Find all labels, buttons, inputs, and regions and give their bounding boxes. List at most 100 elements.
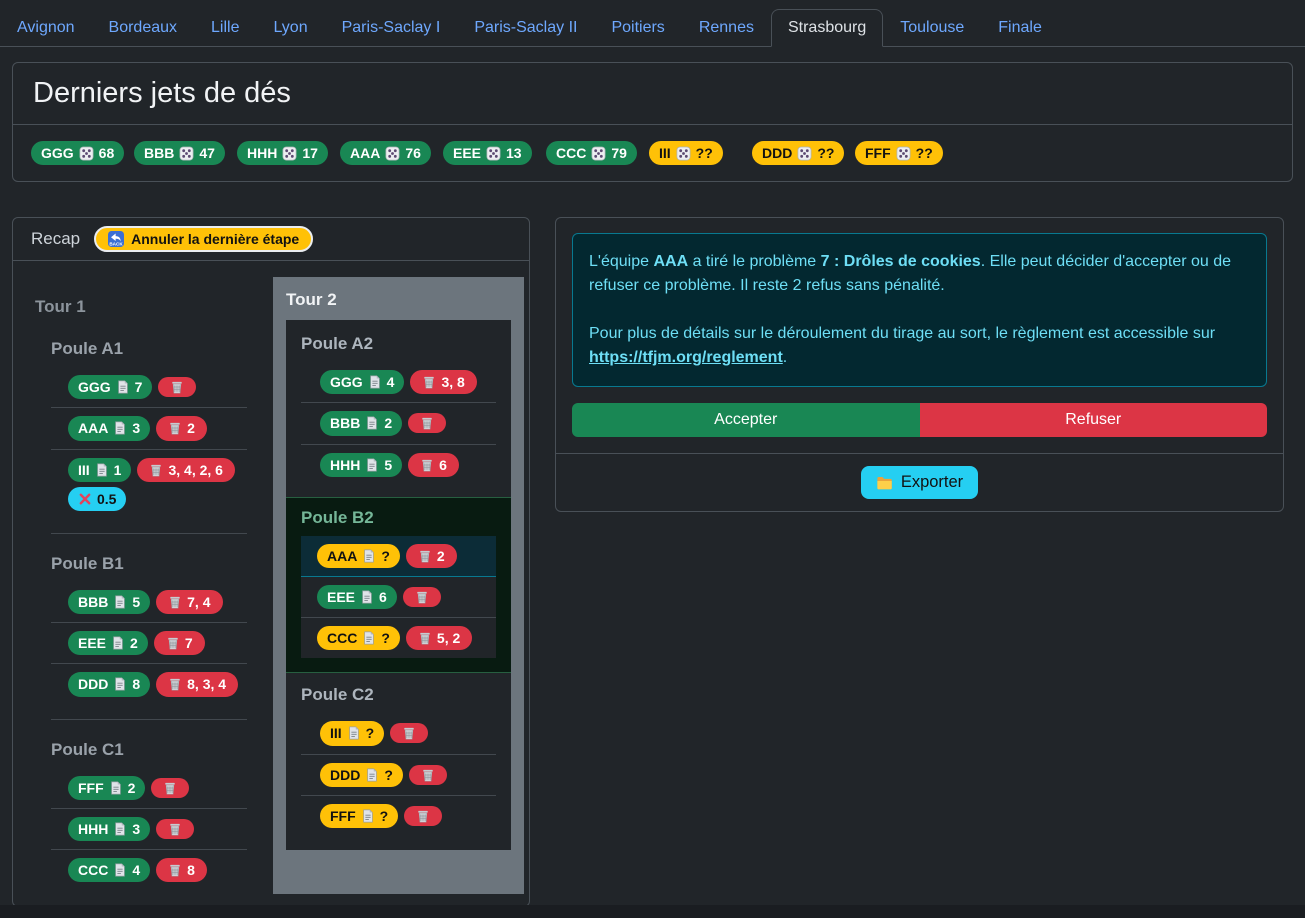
row-badges: III? <box>320 721 496 745</box>
dice-icon <box>797 146 812 161</box>
trash-icon <box>168 822 182 836</box>
tab-bordeaux[interactable]: Bordeaux <box>92 9 195 47</box>
draw-alert-line1: L'équipe AAA a tiré le problème 7 : Drôl… <box>589 250 1250 298</box>
document-icon <box>362 631 376 645</box>
row-badges: DDD88, 3, 4 <box>68 672 247 696</box>
draw-action-main: L'équipe AAA a tiré le problème 7 : Drôl… <box>556 218 1283 453</box>
undo-last-step-button[interactable]: BACK Annuler la dernière étape <box>94 226 313 252</box>
document-icon <box>113 421 127 435</box>
team-label: FFF <box>865 144 891 162</box>
tab-lille[interactable]: Lille <box>194 9 256 47</box>
row-badges: HHH56 <box>320 453 496 477</box>
trash-icon <box>149 463 163 477</box>
poule-title: Poule B1 <box>51 554 247 574</box>
problem-badge: III1 <box>68 458 131 482</box>
refusals-badge <box>158 377 196 397</box>
tab-lyon[interactable]: Lyon <box>257 9 325 47</box>
problem-badge: CCC4 <box>68 858 150 882</box>
export-button[interactable]: Exporter <box>861 466 978 499</box>
refusals-badge: 2 <box>156 416 207 440</box>
refuse-button[interactable]: Refuser <box>920 403 1268 437</box>
refusal-numbers: 6 <box>439 456 447 474</box>
dice-icon <box>486 146 501 161</box>
dice-badge: BBB47 <box>134 141 225 165</box>
team-label: EEE <box>453 144 481 162</box>
tab-avignon[interactable]: Avignon <box>0 9 92 47</box>
team-label: AAA <box>327 547 357 565</box>
problem-number: 7 <box>135 378 143 396</box>
x-icon <box>78 492 92 506</box>
trash-icon <box>163 781 177 795</box>
dice-cell: CCC79 <box>546 141 649 165</box>
refusals-badge: 8, 3, 4 <box>156 672 238 696</box>
reglement-link[interactable]: https://tfjm.org/reglement <box>589 349 783 366</box>
problem-number: 2 <box>130 634 138 652</box>
poule-rows: GGG43, 8 BBB2 HHH56 <box>301 362 496 485</box>
row-badges: FFF2 <box>68 776 247 800</box>
problem-badge: CCC? <box>317 626 400 650</box>
tab-rennes[interactable]: Rennes <box>682 9 771 47</box>
recap-body: Tour 1Poule A1GGG7AAA32III13, 4, 2, 60.5… <box>13 261 529 906</box>
refusal-numbers: 5, 2 <box>437 629 460 647</box>
dice-cell: EEE13 <box>443 141 546 165</box>
trash-icon <box>418 549 432 563</box>
team-label: EEE <box>327 588 355 606</box>
tab-strasbourg[interactable]: Strasbourg <box>771 9 883 47</box>
trash-icon <box>168 421 182 435</box>
last-rolls-card: Derniers jets de dés GGG68BBB47HHH17AAA7… <box>12 62 1293 182</box>
dice-value: ?? <box>916 144 933 162</box>
refusal-numbers: 3, 4, 2, 6 <box>168 461 222 479</box>
problem-badge: AAA3 <box>68 416 150 440</box>
alert-text: a tiré le problème <box>688 253 821 270</box>
tour-panel: Poule A2GGG43, 8BBB2HHH56Poule B2AAA?2EE… <box>286 320 511 850</box>
accept-button[interactable]: Accepter <box>572 403 920 437</box>
tab-toulouse[interactable]: Toulouse <box>883 9 981 47</box>
team-label: EEE <box>78 634 106 652</box>
alert-team-name: AAA <box>653 253 688 270</box>
team-label: III <box>659 144 671 162</box>
alert-text: L'équipe <box>589 253 653 270</box>
row-badges: GGG43, 8 <box>320 370 496 394</box>
dice-icon <box>676 146 691 161</box>
tab-finale[interactable]: Finale <box>981 9 1059 47</box>
tour-title: Tour 2 <box>286 290 511 310</box>
refusals-badge: 5, 2 <box>406 626 472 650</box>
document-icon <box>95 463 109 477</box>
refusals-badge: 8 <box>156 858 207 882</box>
document-icon <box>360 590 374 604</box>
dice-badge: AAA76 <box>340 141 431 165</box>
refusals-badge: 3, 4, 2, 6 <box>137 458 234 482</box>
refusal-numbers: 7 <box>185 634 193 652</box>
trash-icon <box>420 458 434 472</box>
dice-value: 79 <box>611 144 627 162</box>
undo-button-label: Annuler la dernière étape <box>131 231 299 247</box>
penalty-value: 0.5 <box>97 490 116 508</box>
refusals-badge <box>390 723 428 743</box>
problem-badge: DDD8 <box>68 672 150 696</box>
refusals-badge <box>403 587 441 607</box>
dice-badge: GGG68 <box>31 141 124 165</box>
trash-icon <box>168 863 182 877</box>
poule-c1: Poule C1FFF2HHH3CCC48 <box>51 740 247 905</box>
tab-paris-saclay-i[interactable]: Paris-Saclay I <box>325 9 458 47</box>
problem-number: ? <box>380 807 389 825</box>
tab-poitiers[interactable]: Poitiers <box>594 9 681 47</box>
document-icon <box>111 636 125 650</box>
page-bottom-strip <box>0 905 1305 918</box>
problem-badge: BBB2 <box>320 411 402 435</box>
poule-a1: Poule A1GGG7AAA32III13, 4, 2, 60.5 <box>51 339 247 534</box>
document-icon <box>365 416 379 430</box>
row-badges: III1 3, 4, 2, 6 <box>68 458 247 482</box>
penalty-line: 0.5 <box>68 487 247 511</box>
document-icon <box>365 458 379 472</box>
recap-row: GGG43, 8 <box>301 362 496 403</box>
recap-title: Recap <box>31 229 80 249</box>
recap-row: III? <box>301 713 496 754</box>
dice-value: 47 <box>199 144 215 162</box>
dice-badge: CCC79 <box>546 141 637 165</box>
team-label: FFF <box>330 807 356 825</box>
page-title: Derniers jets de dés <box>33 77 1272 110</box>
tab-paris-saclay-ii[interactable]: Paris-Saclay II <box>457 9 594 47</box>
draw-alert: L'équipe AAA a tiré le problème 7 : Drôl… <box>572 233 1267 387</box>
problem-badge: EEE6 <box>317 585 397 609</box>
